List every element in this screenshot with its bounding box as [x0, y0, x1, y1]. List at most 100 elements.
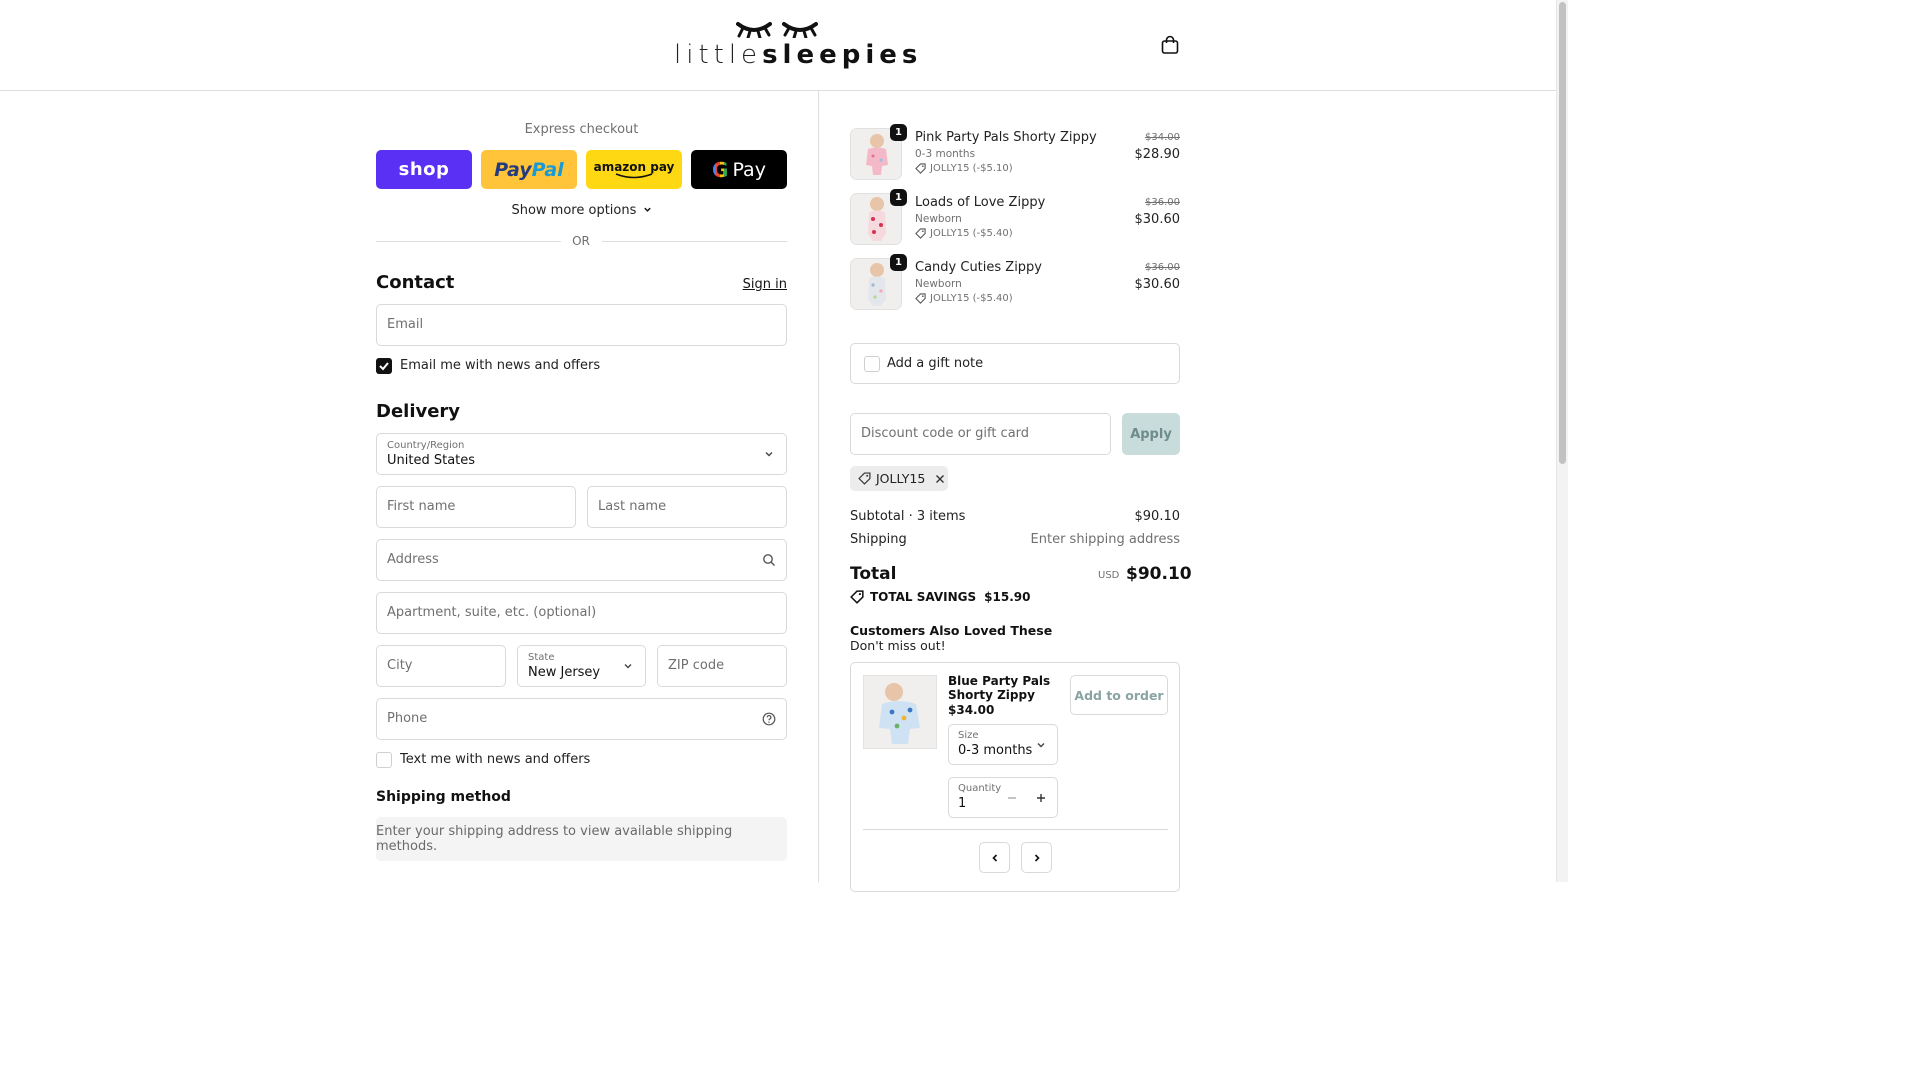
- item-name: Candy Cuties Zippy: [915, 260, 1043, 275]
- gift-note-label: Add a gift note: [887, 356, 984, 371]
- item-variant: Newborn: [915, 278, 962, 290]
- gift-note-checkbox[interactable]: [864, 356, 880, 372]
- state-select[interactable]: State New Jersey: [517, 645, 646, 687]
- first-name-placeholder: First name: [387, 499, 456, 514]
- item-original-price: $36.00: [1145, 197, 1180, 208]
- upsell-subtitle: Don't miss out!: [850, 638, 946, 653]
- tag-icon: [915, 293, 926, 304]
- remove-discount-icon[interactable]: [934, 473, 946, 485]
- discount-placeholder: Discount code or gift card: [861, 426, 1030, 441]
- quantity-stepper[interactable]: Quantity 1: [948, 777, 1058, 818]
- item-variant: 0-3 months: [915, 148, 976, 160]
- shopping-bag-icon[interactable]: [1160, 35, 1180, 55]
- minus-icon[interactable]: [1006, 792, 1018, 804]
- upsell-next-button[interactable]: [1021, 842, 1052, 873]
- quantity-badge: 1: [890, 189, 907, 206]
- tag-icon: [858, 472, 871, 485]
- show-more-options-link[interactable]: Show more options: [376, 203, 787, 218]
- zip-field[interactable]: ZIP code: [657, 645, 787, 687]
- plus-icon[interactable]: [1035, 792, 1047, 804]
- chevron-right-icon: [1034, 853, 1040, 862]
- applied-code: JOLLY15: [876, 471, 926, 486]
- chevron-down-icon: [624, 664, 632, 669]
- email-placeholder: Email: [387, 317, 424, 332]
- email-opt-in-checkbox[interactable]: [376, 358, 392, 374]
- savings-label: TOTAL SAVINGS: [870, 590, 977, 604]
- item-variant: Newborn: [915, 213, 962, 225]
- last-name-field[interactable]: Last name: [587, 486, 787, 528]
- state-value: New Jersey: [528, 665, 601, 680]
- country-value: United States: [387, 453, 476, 468]
- add-to-order-button[interactable]: Add to order: [1070, 675, 1168, 715]
- little-sleepies-logo[interactable]: littlesleepies: [674, 14, 923, 76]
- upsell-product-image[interactable]: [863, 675, 937, 749]
- upsell-product-price: $34.00: [948, 703, 995, 717]
- paypal-button[interactable]: Pay Pal: [481, 150, 577, 189]
- text-opt-in-checkbox[interactable]: [376, 752, 392, 768]
- google-pay-button[interactable]: G Pay: [691, 150, 787, 189]
- shipping-row: Shipping Enter shipping address: [850, 532, 1180, 547]
- shipping-method-note: Enter your shipping address to view avai…: [376, 817, 787, 861]
- tag-icon: [915, 163, 926, 174]
- chevron-left-icon: [991, 853, 997, 862]
- city-placeholder: City: [387, 658, 413, 673]
- discount-code-field[interactable]: Discount code or gift card: [850, 413, 1111, 455]
- upsell-divider: [863, 829, 1168, 830]
- tag-icon: [850, 590, 864, 604]
- amazon-smile-icon: [615, 172, 653, 178]
- country-label: Country/Region: [387, 440, 465, 451]
- or-divider-left: [376, 241, 561, 242]
- tag-icon: [915, 228, 926, 239]
- item-original-price: $34.00: [1145, 132, 1180, 143]
- shop-pay-button[interactable]: shop: [376, 150, 472, 189]
- upsell-card: Blue Party Pals Shorty Zippy $34.00 Add …: [850, 662, 1180, 892]
- shipping-method-heading: Shipping method: [376, 789, 511, 805]
- apartment-field[interactable]: Apartment, suite, etc. (optional): [376, 592, 787, 634]
- shipping-value: Enter shipping address: [1030, 532, 1180, 547]
- sign-in-link[interactable]: Sign in: [720, 277, 787, 292]
- applied-discount-chip: JOLLY15: [850, 466, 948, 491]
- last-name-placeholder: Last name: [598, 499, 667, 514]
- subtotal-row: Subtotal · 3 items $90.10: [850, 509, 1180, 524]
- text-opt-in-label: Text me with news and offers: [400, 752, 591, 767]
- email-opt-in-label: Email me with news and offers: [400, 358, 601, 373]
- city-field[interactable]: City: [376, 645, 506, 687]
- item-discount: JOLLY15 (-$5.10): [915, 163, 1013, 174]
- checkmark-icon: [379, 362, 389, 371]
- apply-discount-button[interactable]: Apply: [1122, 413, 1180, 455]
- delivery-heading: Delivery: [376, 401, 461, 422]
- upsell-product-name: Blue Party Pals Shorty Zippy: [948, 674, 1051, 702]
- scroll-thumb[interactable]: [1559, 2, 1566, 464]
- phone-placeholder: Phone: [387, 711, 428, 726]
- search-icon: [763, 554, 775, 566]
- item-price: $28.90: [1134, 147, 1181, 162]
- state-label: State: [528, 652, 555, 663]
- subtotal-label: Subtotal · 3 items: [850, 509, 966, 524]
- chevron-down-icon: [643, 207, 651, 212]
- address-placeholder: Address: [387, 552, 439, 567]
- shipping-label: Shipping: [850, 532, 907, 547]
- country-select[interactable]: Country/Region United States: [376, 433, 787, 475]
- size-select[interactable]: Size 0-3 months: [948, 724, 1058, 765]
- upsell-previous-button[interactable]: [979, 842, 1010, 873]
- email-field[interactable]: Email: [376, 304, 787, 346]
- help-circle-icon[interactable]: [762, 712, 776, 726]
- chevron-down-icon: [1037, 743, 1045, 748]
- total-value: $90.10: [1126, 564, 1192, 584]
- logo-wordmark: littlesleepies: [674, 40, 923, 70]
- apartment-placeholder: Apartment, suite, etc. (optional): [387, 605, 597, 620]
- amazon-pay-button[interactable]: amazon pay: [586, 150, 682, 189]
- quantity-badge: 1: [890, 124, 907, 141]
- first-name-field[interactable]: First name: [376, 486, 576, 528]
- upsell-title: Customers Also Loved These: [850, 623, 1053, 638]
- baby-blue-pajama-image: [864, 676, 936, 748]
- gift-note-option[interactable]: Add a gift note: [850, 343, 1180, 384]
- item-discount: JOLLY15 (-$5.40): [915, 293, 1013, 304]
- address-field[interactable]: Address: [376, 539, 787, 581]
- google-g-icon: G: [712, 157, 729, 182]
- cart-item: 1 Loads of Love Zippy Newborn JOLLY15 (-…: [850, 189, 1181, 249]
- phone-field[interactable]: Phone: [376, 698, 787, 740]
- item-price: $30.60: [1134, 212, 1181, 227]
- page-scrollbar[interactable]: [1556, 0, 1568, 882]
- or-divider-right: [602, 241, 787, 242]
